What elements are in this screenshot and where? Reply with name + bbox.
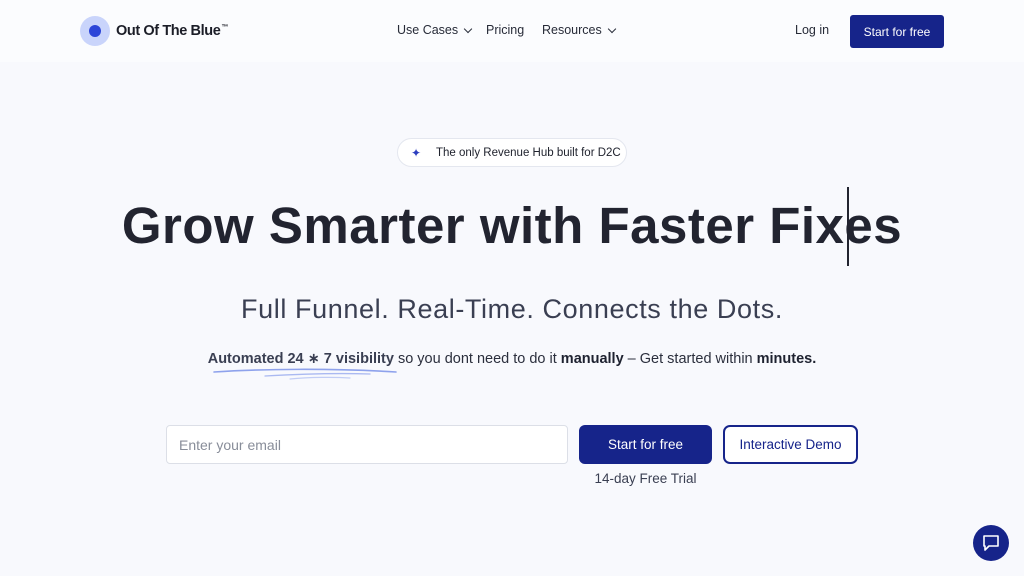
nav-resources[interactable]: Resources bbox=[542, 23, 616, 37]
nav-resources-label: Resources bbox=[542, 23, 602, 37]
announcement-badge: ✦ The only Revenue Hub built for D2C bbox=[397, 138, 627, 167]
nav-use-cases[interactable]: Use Cases bbox=[397, 23, 486, 37]
nav-pricing-label: Pricing bbox=[486, 23, 525, 37]
logo-mark-icon bbox=[80, 16, 110, 46]
sparkle-icon: ✦ bbox=[411, 145, 422, 160]
start-free-button[interactable]: Start for free bbox=[579, 425, 712, 464]
tagline-highlight: Automated 24 ∗ 7 visibility bbox=[207, 351, 394, 367]
hero-tagline: Automated 24 ∗ 7 visibility so you dont … bbox=[0, 351, 1024, 367]
login-link[interactable]: Log in bbox=[795, 23, 829, 37]
interactive-demo-button[interactable]: Interactive Demo bbox=[723, 425, 858, 464]
chevron-down-icon bbox=[463, 24, 473, 33]
main-nav: Use Cases Pricing Resources bbox=[397, 23, 616, 37]
logo[interactable]: Out Of The Blue™ bbox=[80, 16, 228, 46]
header-start-button[interactable]: Start for free bbox=[850, 15, 944, 48]
logo-text: Out Of The Blue™ bbox=[116, 23, 228, 39]
highlight-underline bbox=[213, 368, 397, 380]
tagline-text-2: – Get started within bbox=[623, 351, 757, 367]
tagline-bold-2: minutes. bbox=[756, 351, 817, 367]
email-input[interactable] bbox=[166, 425, 568, 464]
header: Out Of The Blue™ Use Cases Pricing Resou… bbox=[0, 0, 1024, 62]
tagline-text-1: so you dont need to do it bbox=[393, 351, 561, 367]
hero-title: Grow Smarter with Faster Fixes bbox=[121, 197, 903, 254]
nav-pricing[interactable]: Pricing bbox=[486, 23, 542, 37]
chat-widget-button[interactable] bbox=[973, 525, 1009, 561]
nav-use-cases-label: Use Cases bbox=[397, 23, 459, 37]
hero-subtitle: Full Funnel. Real-Time. Connects the Dot… bbox=[241, 294, 783, 324]
tagline-bold-1: manually bbox=[560, 351, 624, 367]
trial-note: 14-day Free Trial bbox=[594, 471, 697, 486]
chevron-down-icon bbox=[607, 24, 616, 33]
announcement-text: The only Revenue Hub built for D2C bbox=[436, 146, 621, 159]
chat-icon bbox=[983, 535, 999, 551]
typing-caret bbox=[847, 187, 849, 266]
